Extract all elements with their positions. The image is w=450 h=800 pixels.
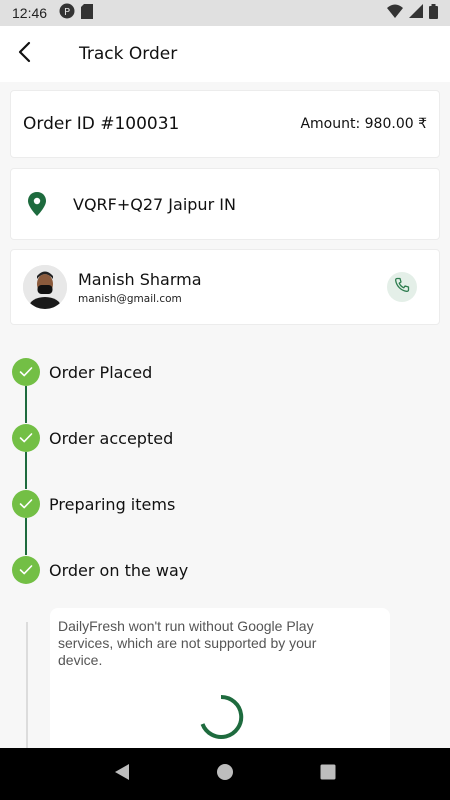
notification-p-icon: P: [59, 3, 75, 23]
sd-card-icon: [81, 3, 94, 23]
recents-square-icon: [320, 764, 336, 784]
status-bar: 12:46 P: [0, 0, 450, 26]
timeline-step-label: Order on the way: [49, 560, 189, 580]
play-services-dialog: DailyFresh won't run without Google Play…: [50, 608, 390, 748]
wifi-icon: [387, 4, 403, 22]
signal-icon: [409, 4, 423, 22]
back-button[interactable]: [0, 30, 48, 78]
avatar: [23, 265, 67, 309]
phone-icon: [394, 277, 410, 297]
customer-info: Manish Sharma manish@gmail.com: [78, 270, 202, 305]
status-time: 12:46: [12, 5, 48, 21]
timeline-remaining-line: [26, 622, 28, 748]
status-icons-right: [387, 3, 438, 23]
timeline-step-preparing-items: Preparing items: [12, 490, 175, 518]
check-circle-icon: [12, 358, 40, 386]
timeline-connector: [25, 386, 27, 423]
order-amount: Amount: 980.00 ₹: [300, 116, 427, 132]
back-triangle-icon: [114, 763, 130, 785]
address-text: VQRF+Q27 Jaipur IN: [73, 194, 236, 214]
dialog-message: DailyFresh won't run without Google Play…: [58, 618, 317, 668]
timeline-connector: [25, 518, 27, 555]
svg-text:P: P: [64, 7, 70, 18]
nav-home-button[interactable]: [205, 754, 245, 794]
timeline-step-label: Preparing items: [49, 494, 176, 514]
arrow-back-icon: [17, 41, 31, 67]
nav-back-button[interactable]: [102, 754, 142, 794]
check-circle-icon: [12, 556, 40, 584]
call-button[interactable]: [387, 272, 417, 302]
timeline-step-label: Order accepted: [49, 428, 174, 448]
check-circle-icon: [12, 424, 40, 452]
timeline-step-order-accepted: Order accepted: [12, 424, 173, 452]
timeline-step-order-on-the-way: Order on the way: [12, 556, 188, 584]
customer-email: manish@gmail.com: [78, 292, 182, 305]
page-title: Track Order: [79, 44, 178, 64]
nav-recents-button[interactable]: [308, 754, 348, 794]
location-pin-icon: [27, 192, 47, 216]
order-id: Order ID #100031: [23, 114, 180, 134]
timeline-step-label: Order Placed: [49, 362, 153, 382]
timeline-connector: [25, 452, 27, 489]
check-circle-icon: [12, 490, 40, 518]
timeline-step-order-placed: Order Placed: [12, 358, 152, 386]
delivery-address-card: VQRF+Q27 Jaipur IN: [10, 168, 440, 240]
loading-spinner-icon: [198, 694, 244, 740]
customer-name: Manish Sharma: [78, 269, 202, 289]
app-bar: Track Order: [0, 26, 450, 82]
order-summary-card: Order ID #100031 Amount: 980.00 ₹: [10, 90, 440, 158]
customer-card: Manish Sharma manish@gmail.com: [10, 249, 440, 325]
home-circle-icon: [216, 763, 234, 785]
system-nav-bar: [0, 748, 450, 800]
battery-icon: [429, 3, 438, 23]
